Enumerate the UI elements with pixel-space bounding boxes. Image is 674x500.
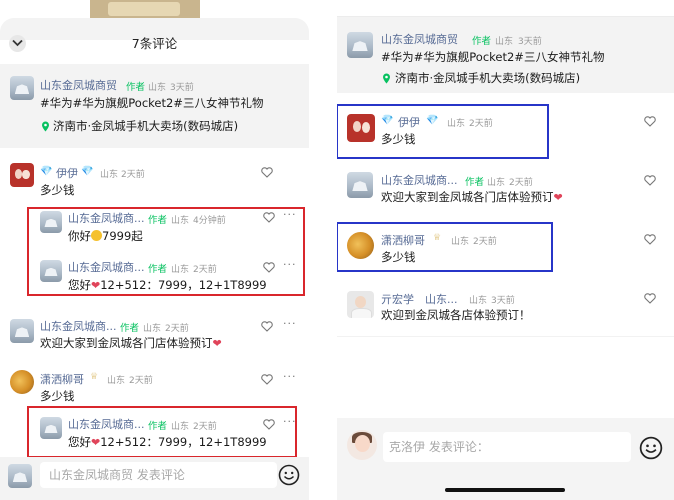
post-time: 3天前 — [170, 83, 194, 93]
comment-text: 多少钱 — [40, 389, 75, 403]
commenter-name[interactable]: 亓宏学 — [381, 291, 414, 307]
sticker-icon — [347, 430, 377, 460]
post-region: 山东 — [148, 83, 167, 93]
post-region: 山东 — [495, 37, 514, 47]
author-badge: 作者 — [126, 82, 146, 93]
post-author-name[interactable]: 山东金凤城商贸 — [40, 77, 117, 93]
heart-icon[interactable] — [644, 293, 656, 304]
my-avatar — [8, 464, 32, 488]
post-location[interactable]: 济南市·金凤城手机大卖场(数码城店) — [53, 118, 238, 134]
commenter-name[interactable]: 潇洒柳哥 — [40, 371, 84, 387]
highlight-box — [337, 104, 549, 159]
comment-time: 3天前 — [491, 296, 515, 306]
comment-text: 欢迎到金凤城各店体验预订！ — [381, 308, 531, 322]
commenter-avatar[interactable] — [347, 172, 373, 198]
home-indicator — [445, 488, 565, 492]
comment-text: 欢迎大家到金凤城各门店体验预订❤ — [40, 336, 222, 350]
comment-region: 山东 — [107, 376, 126, 386]
heart-emoji-icon: ❤ — [553, 191, 563, 204]
author-badge: 作者 — [465, 177, 485, 188]
heart-emoji-icon: ❤ — [212, 337, 222, 350]
commenter-avatar[interactable] — [347, 291, 374, 318]
heart-icon[interactable] — [644, 116, 656, 127]
highlight-box — [27, 406, 297, 458]
post-content: #华为#华为旗舰Pocket2#三八女神节礼物 — [381, 50, 605, 64]
heart-icon[interactable] — [261, 167, 273, 178]
comment-time: 2天前 — [509, 178, 533, 188]
crown-icon: ♕ — [90, 372, 99, 382]
post-time: 3天前 — [518, 37, 542, 47]
highlight-box — [27, 207, 305, 296]
comment-region: 山东 — [143, 324, 162, 334]
comments-sheet-left: 7条评论 山东金凤城商贸 作者 山东 3天前 #华为#华为旗舰Pocket2#三… — [0, 0, 309, 500]
post-location[interactable]: 济南市·金凤城手机大卖场(数码城店) — [395, 70, 580, 86]
heart-icon[interactable] — [261, 374, 273, 385]
author-badge: 作者 — [472, 36, 492, 47]
highlight-box — [337, 222, 553, 272]
comment-time: 2天前 — [121, 170, 145, 180]
location-pin-icon — [42, 121, 49, 132]
comment-input[interactable]: 克洛伊 发表评论： — [383, 432, 631, 462]
emoji-picker-icon[interactable] — [639, 436, 663, 460]
comment-region: 山东 — [487, 178, 506, 188]
sheet-header: 7条评论 — [0, 28, 309, 56]
commenter-region: 山东... — [425, 293, 458, 306]
comment-count-title: 7条评论 — [131, 36, 178, 51]
more-icon[interactable]: ··· — [283, 317, 297, 330]
heart-icon[interactable] — [261, 321, 273, 332]
author-badge: 作者 — [120, 323, 140, 334]
commenter-avatar[interactable] — [10, 163, 34, 187]
post-content: #华为#华为旗舰Pocket2#三八女神节礼物 — [40, 96, 264, 110]
commenter-name[interactable]: 山东金凤城商... — [381, 172, 458, 188]
comment-region: 山东 — [100, 170, 119, 180]
panel-gap — [309, 0, 337, 500]
heart-icon[interactable] — [644, 175, 656, 186]
commenter-name[interactable]: 山东金凤城商... — [40, 318, 117, 334]
commenter-name[interactable]: 伊伊 — [56, 165, 78, 181]
author-avatar[interactable] — [347, 32, 373, 58]
emoji-picker-icon[interactable] — [278, 464, 300, 486]
comment-region: 山东 — [469, 296, 488, 306]
comment-time: 2天前 — [129, 376, 153, 386]
comment-time: 2天前 — [165, 324, 189, 334]
location-pin-icon — [383, 73, 390, 84]
post-author-name[interactable]: 山东金凤城商贸 — [381, 31, 458, 47]
diamond-icon: 💎 — [81, 166, 94, 177]
author-avatar[interactable] — [10, 76, 34, 100]
comment-text: 多少钱 — [40, 183, 75, 197]
commenter-avatar[interactable] — [10, 319, 34, 343]
comments-sheet-right: 山东金凤城商贸 作者 山东 3天前 #华为#华为旗舰Pocket2#三八女神节礼… — [337, 0, 674, 500]
comment-text: 欢迎大家到金凤城各门店体验预订❤ — [381, 190, 563, 204]
commenter-avatar[interactable] — [10, 370, 34, 394]
comment-input[interactable]: 山东金凤城商贸 发表评论 — [40, 462, 277, 488]
video-thumbnail — [90, 0, 200, 18]
heart-icon[interactable] — [644, 234, 656, 245]
diamond-icon: 💎 — [40, 166, 53, 177]
divider — [337, 336, 674, 337]
more-icon[interactable]: ··· — [283, 370, 297, 383]
